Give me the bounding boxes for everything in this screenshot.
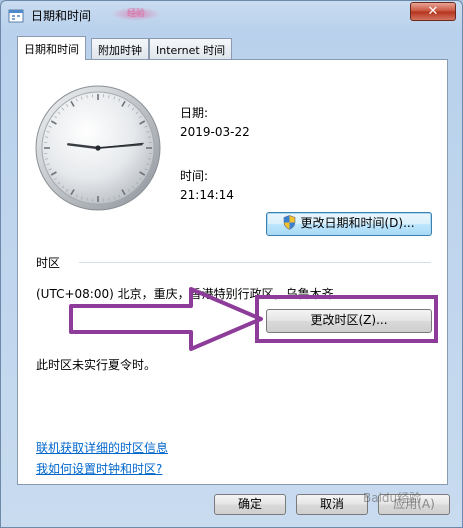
close-button[interactable]: ✕ — [410, 2, 456, 21]
timezone-section-label: 时区 — [36, 256, 61, 270]
analog-clock — [35, 85, 161, 211]
section-divider — [79, 262, 431, 263]
dst-note: 此时区未实行夏令时。 — [36, 358, 157, 372]
uac-shield-icon — [284, 215, 296, 230]
timezone-info-link[interactable]: 联机获取详细的时区信息 — [36, 439, 168, 456]
tab-date-and-time[interactable]: 日期和时间 — [17, 36, 86, 60]
annotation-highlight-box — [255, 295, 438, 343]
time-label: 时间: — [180, 169, 209, 183]
date-label: 日期: — [180, 106, 209, 120]
datetime-app-icon — [8, 9, 24, 23]
title-bar[interactable]: 日期和时间 经验 ✕ — [1, 1, 462, 29]
help-link[interactable]: 我如何设置时钟和时区? — [36, 460, 162, 477]
title-overlay-mark: 经验 — [111, 7, 161, 21]
watermark: Baidu经验 — [363, 491, 422, 505]
dialog-window: 日期和时间 经验 ✕ 日期和时间 附加时钟 Internet 时间 日期: 20… — [0, 0, 463, 528]
window-title: 日期和时间 — [31, 9, 92, 23]
change-date-time-label: 更改日期和时间(D)... — [300, 216, 415, 230]
tab-additional-clocks[interactable]: 附加时钟 — [91, 38, 149, 59]
date-value: 2019-03-22 — [180, 125, 250, 139]
ok-button[interactable]: 确定 — [214, 494, 286, 515]
time-value: 21:14:14 — [180, 188, 234, 202]
cancel-button[interactable]: 取消 — [296, 494, 368, 515]
tab-internet-time[interactable]: Internet 时间 — [149, 38, 233, 59]
annotation-arrow — [69, 287, 263, 351]
tab-panel: 日期: 2019-03-22 时间: 21:14:14 更改日期和时间(D)..… — [17, 59, 448, 485]
change-date-time-button[interactable]: 更改日期和时间(D)... — [266, 212, 432, 236]
